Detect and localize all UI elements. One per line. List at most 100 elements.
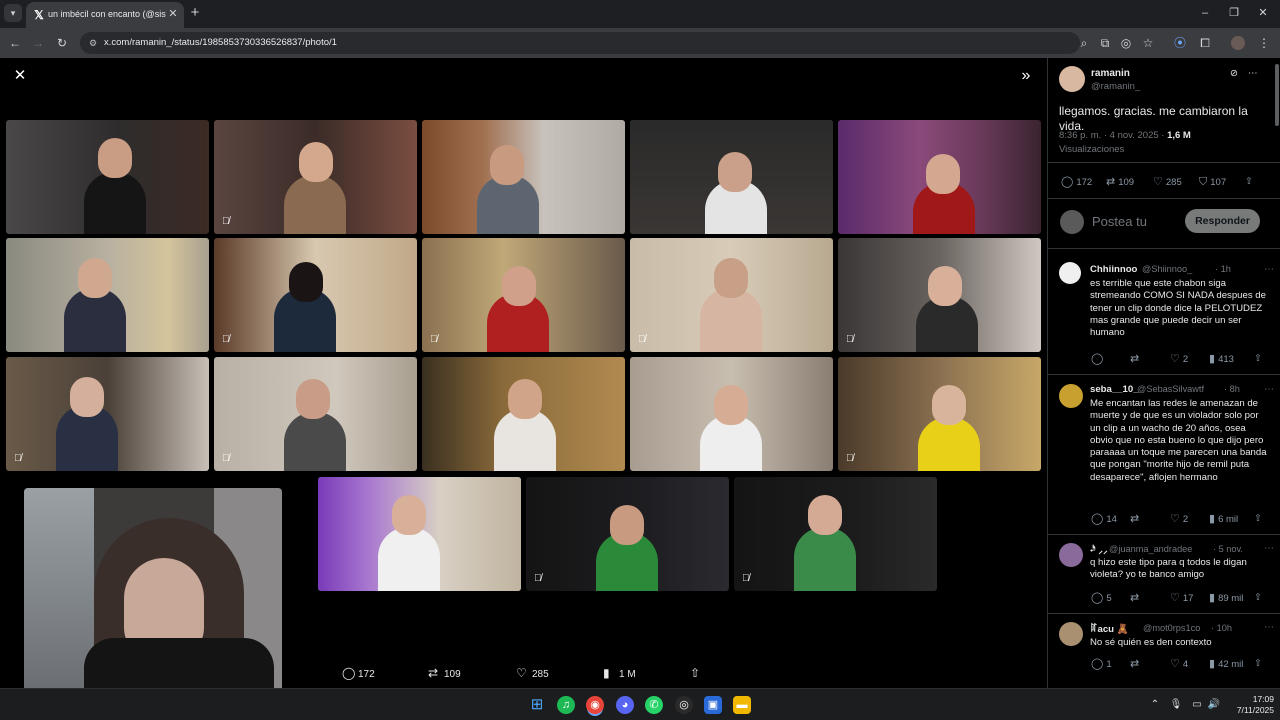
author-name[interactable]: ramanin <box>1091 68 1130 79</box>
author-avatar[interactable] <box>1059 66 1085 92</box>
my-avatar[interactable] <box>1060 210 1084 234</box>
more-options-icon[interactable]: ⋯ <box>1263 544 1275 554</box>
share-icon[interactable]: ⇧ <box>1254 657 1262 671</box>
minimize-icon[interactable]: – <box>1198 5 1212 21</box>
extensions-puzzle-icon[interactable]: ⧠ <box>1197 35 1213 51</box>
file-explorer-icon[interactable]: ▬ <box>733 696 751 714</box>
obs-icon[interactable]: ◎ <box>675 696 693 714</box>
like-button[interactable]: ♡ 285 <box>1153 175 1182 190</box>
reply-reply-button[interactable]: ◯ 5 <box>1091 591 1112 606</box>
share-icon[interactable]: ⇧ <box>1245 175 1253 189</box>
whatsapp-icon[interactable]: ✆ <box>645 696 663 714</box>
reply-submit-button[interactable]: Responder <box>1185 209 1260 233</box>
more-options-icon[interactable]: ⋯ <box>1248 67 1258 81</box>
reply-author-handle[interactable]: @SebasSilvawtf <box>1137 384 1204 394</box>
system-clock[interactable]: 17:09 7/11/2025 <box>1226 694 1274 716</box>
reply-repost-button[interactable]: ⇄ <box>1130 657 1142 672</box>
reply-button[interactable]: ◯ 172 <box>1061 175 1092 190</box>
microphone-icon[interactable]: 🎙 <box>1169 698 1183 712</box>
reply-like-button[interactable]: ♡ 2 <box>1170 512 1188 527</box>
video-tile: 🎙̸ <box>6 357 209 471</box>
reply-views-button[interactable]: ▮ 413 <box>1209 352 1234 367</box>
media-like-count: 285 <box>532 669 549 680</box>
address-bar[interactable]: ⚙ x.com/ramanin_/status/1985853730336526… <box>80 32 1080 54</box>
repost-button[interactable]: ⇄ 109 <box>1106 175 1134 190</box>
install-app-icon[interactable]: ⧉ <box>1097 35 1113 51</box>
reply-avatar[interactable] <box>1059 384 1083 408</box>
reply-author-handle[interactable]: @Shiinnoo_ <box>1142 264 1192 274</box>
share-icon[interactable]: ⇧ <box>1254 512 1262 526</box>
forward-icon[interactable]: → <box>30 35 46 51</box>
tab-search-icon[interactable]: ▾ <box>4 4 22 22</box>
new-tab-icon[interactable]: + <box>188 5 202 21</box>
window-close-icon[interactable]: ✕ <box>1256 5 1270 21</box>
share-icon[interactable]: ⇧ <box>1254 591 1262 605</box>
photos-icon[interactable]: ▣ <box>704 696 722 714</box>
spotify-icon[interactable]: ♫ <box>557 696 575 714</box>
more-options-icon[interactable]: ⋯ <box>1263 265 1275 275</box>
reply-author-name[interactable]: ꍏacu 🧸 <box>1090 623 1129 635</box>
reply-like-button[interactable]: ♡ 17 <box>1170 591 1193 606</box>
close-icon[interactable]: ✕ <box>12 68 28 84</box>
share-icon[interactable]: ⇧ <box>1254 352 1262 366</box>
display-icon[interactable]: ▭ <box>1190 698 1204 712</box>
divider <box>1048 162 1280 163</box>
tray-chevron-icon[interactable]: ⌃ <box>1148 698 1162 712</box>
reply-input[interactable]: Postea tu <box>1092 214 1147 229</box>
chrome-icon[interactable]: ◉ <box>586 696 604 714</box>
media-views-button[interactable]: ▮ 1 M <box>603 665 636 681</box>
reply-author-handle[interactable]: @juanma_andradee <box>1109 544 1192 554</box>
reply-like-button[interactable]: ♡ 2 <box>1170 352 1188 367</box>
extension-icon[interactable]: ⦿ <box>1172 35 1188 51</box>
more-options-icon[interactable]: ⋯ <box>1263 385 1275 395</box>
maximize-icon[interactable]: ❐ <box>1227 5 1241 21</box>
more-options-icon[interactable]: ⋯ <box>1263 623 1275 633</box>
scrollbar[interactable] <box>1275 64 1279 126</box>
divider <box>1048 248 1280 249</box>
media-reply-button[interactable]: ◯ 172 <box>342 665 375 681</box>
browser-tab[interactable]: 𝕏 un imbécil con encanto (@sistr ✕ <box>26 2 184 28</box>
reply-icon: ◯ <box>342 666 356 680</box>
media-share-button[interactable]: ⇧ <box>690 665 706 681</box>
reply-reply-button[interactable]: ◯ <box>1091 352 1106 367</box>
bookmark-button[interactable]: ⛉ 107 <box>1199 175 1226 190</box>
double-chevron-right-icon[interactable]: » <box>1018 68 1034 84</box>
back-icon[interactable]: ← <box>7 35 23 51</box>
start-windows-icon[interactable]: ⊞ <box>528 696 546 714</box>
video-tile-active <box>318 477 521 591</box>
media-like-button[interactable]: ♡ 285 <box>516 665 549 681</box>
site-info-icon[interactable]: ⚙ <box>86 36 100 50</box>
reply-avatar[interactable] <box>1059 262 1081 284</box>
media-repost-button[interactable]: ⇄ 109 <box>428 665 461 681</box>
reply-avatar[interactable] <box>1059 543 1083 567</box>
bar-chart-icon: ▮ <box>1209 658 1216 670</box>
reply-author-name[interactable]: Chhiinnoo <box>1090 264 1137 275</box>
reply-views-button[interactable]: ▮ 42 mil <box>1209 657 1243 672</box>
reply-author-handle[interactable]: @mot0rps1co <box>1143 623 1200 633</box>
reply-repost-button[interactable]: ⇄ <box>1130 591 1142 606</box>
reply-author-name[interactable]: 𝆺𝅥𝅯 ⸝⸝ <box>1090 544 1108 555</box>
reply-views-button[interactable]: ▮ 89 mil <box>1209 591 1243 606</box>
video-tile: 🎙̸ <box>526 477 729 591</box>
discord-icon[interactable]: ◕ <box>616 696 634 714</box>
video-tile-active <box>630 120 833 234</box>
grok-icon[interactable]: ⊘ <box>1230 67 1238 81</box>
hide-eye-icon[interactable]: ◎ <box>1118 35 1134 51</box>
tab-close-icon[interactable]: ✕ <box>166 7 180 21</box>
browser-menu-icon[interactable]: ⋮ <box>1256 35 1272 51</box>
reload-icon[interactable]: ↻ <box>54 35 70 51</box>
post-timestamp[interactable]: 8:36 p. m. · 4 nov. 2025 · <box>1059 130 1164 141</box>
reply-repost-button[interactable]: ⇄ <box>1130 352 1142 367</box>
reply-like-button[interactable]: ♡ 4 <box>1170 657 1188 672</box>
bookmark-star-icon[interactable]: ☆ <box>1140 35 1156 51</box>
volume-icon[interactable]: 🔊 <box>1207 698 1221 712</box>
reply-reply-button[interactable]: ◯ 14 <box>1091 512 1117 527</box>
profile-avatar[interactable] <box>1231 36 1245 50</box>
reply-avatar[interactable] <box>1059 622 1083 646</box>
reply-author-name[interactable]: seba__10_ <box>1090 384 1139 395</box>
zoom-icon[interactable]: ⌕ <box>1076 35 1092 51</box>
reply-repost-button[interactable]: ⇄ <box>1130 512 1142 527</box>
reply-reply-button[interactable]: ◯ 1 <box>1091 657 1112 672</box>
reply-views-button[interactable]: ▮ 6 mil <box>1209 512 1238 527</box>
author-handle[interactable]: @ramanin_ <box>1091 81 1140 92</box>
